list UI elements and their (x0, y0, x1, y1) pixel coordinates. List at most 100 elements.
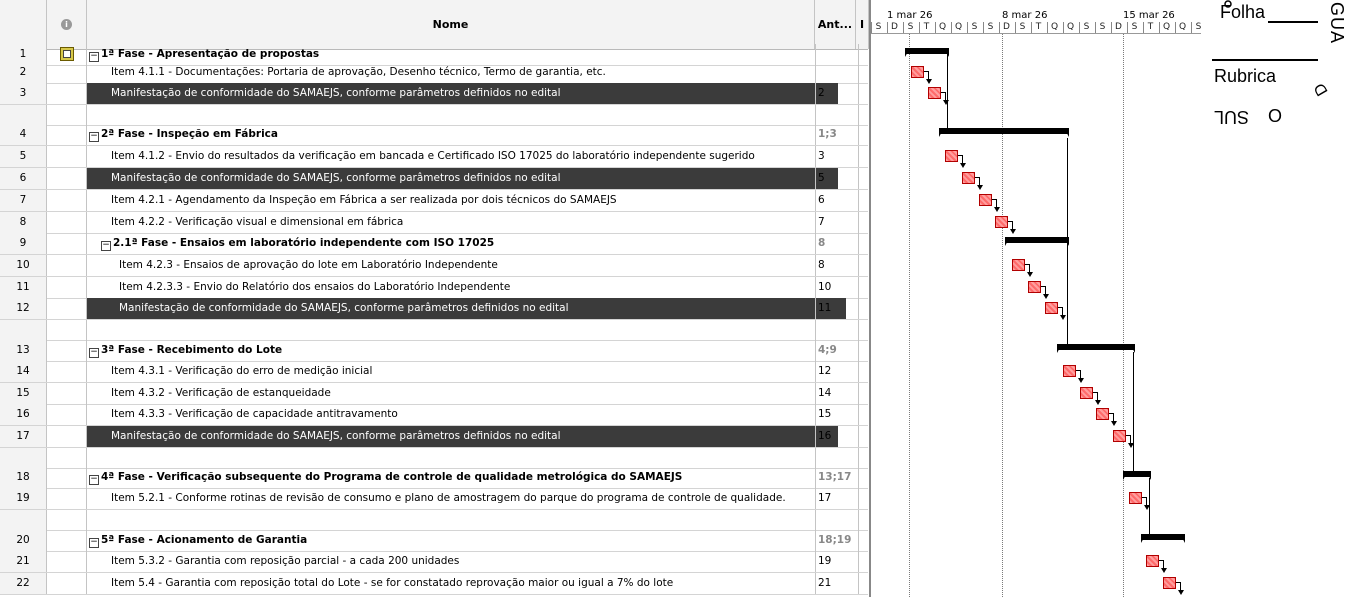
task-name-cell[interactable]: −4ª Fase - Verificação subsequente do Pr… (87, 467, 816, 488)
task-name-cell[interactable]: Manifestação de conformidade do SAMAEJS,… (87, 83, 838, 104)
task-name-cell[interactable]: Item 5.2.1 - Conforme rotinas de revisão… (87, 488, 838, 509)
summary-task-row[interactable]: 20−5ª Fase - Acionamento de Garantia 18;1… (0, 530, 868, 552)
table-row[interactable]: 17 Manifestação de conformidade do SAMAEJ… (0, 426, 868, 448)
predecessors-cell[interactable]: 10 (815, 277, 859, 298)
collapse-toggle-icon[interactable]: − (89, 538, 99, 548)
table-row[interactable]: 22 Item 5.4 - Garantia com reposição tota… (0, 573, 868, 595)
row-id-blank (0, 509, 47, 530)
task-bar[interactable] (911, 66, 924, 78)
table-row[interactable]: 11 Item 4.2.3.3 - Envio do Relatório dos … (0, 277, 868, 299)
collapse-toggle-icon[interactable]: − (101, 241, 111, 251)
summary-bar[interactable] (1005, 237, 1069, 246)
predecessors-cell[interactable]: 14 (815, 383, 859, 404)
header-nome[interactable]: Nome (87, 0, 815, 49)
task-name-cell[interactable]: Item 4.1.1 - Documentações: Portaria de … (87, 62, 838, 83)
predecessors-cell[interactable]: 18;19 (815, 530, 859, 551)
task-name-cell[interactable]: Item 4.1.2 - Envio do resultados da veri… (87, 146, 838, 167)
predecessors-cell[interactable]: 17 (815, 488, 859, 509)
collapse-toggle-icon[interactable]: − (89, 132, 99, 142)
predecessors-cell[interactable] (815, 62, 859, 83)
predecessors-cell[interactable]: 3 (815, 146, 859, 167)
summary-bar[interactable] (905, 48, 949, 57)
summary-task-row[interactable]: 4−2ª Fase - Inspeção em Fábrica 1;3 (0, 124, 868, 146)
header-antecessoras[interactable]: Ant... (815, 0, 856, 49)
task-name-cell[interactable]: Item 4.2.3.3 - Envio do Relatório dos en… (87, 277, 846, 298)
task-name-cell[interactable]: Item 5.3.2 - Garantia com reposição parc… (87, 551, 838, 572)
table-row[interactable]: 16 Item 4.3.3 - Verificação de capacidade… (0, 404, 868, 426)
task-bar[interactable] (1045, 302, 1058, 314)
summary-task-row[interactable]: 9 −2.1ª Fase - Ensaios em laboratório ind… (0, 233, 868, 255)
task-bar[interactable] (1113, 430, 1126, 442)
table-row[interactable]: 21 Item 5.3.2 - Garantia com reposição pa… (0, 551, 868, 573)
task-bar[interactable] (1146, 555, 1159, 567)
table-row[interactable]: 3 Manifestação de conformidade do SAMAEJS… (0, 83, 868, 105)
table-row[interactable]: 6 Manifestação de conformidade do SAMAEJS… (0, 168, 868, 190)
predecessors-cell[interactable]: 11 (815, 298, 859, 319)
task-name-cell[interactable]: Manifestação de conformidade do SAMAEJS,… (87, 168, 838, 189)
task-name-cell[interactable]: Manifestação de conformidade do SAMAEJS,… (87, 298, 846, 319)
predecessors-cell[interactable]: 19 (815, 551, 859, 572)
summary-bar[interactable] (1123, 471, 1151, 480)
header-id[interactable] (0, 0, 47, 49)
summary-task-row[interactable]: 13−3ª Fase - Recebimento do Lote 4;9 (0, 340, 868, 362)
task-name-cell[interactable]: −2.1ª Fase - Ensaios em laboratório inde… (87, 233, 828, 254)
row-id: 16 (0, 404, 47, 425)
predecessors-cell[interactable]: 1;3 (815, 124, 859, 145)
header-indicators[interactable]: i (47, 0, 87, 49)
summary-bar[interactable] (1141, 534, 1185, 543)
task-name-cell[interactable]: Item 4.3.3 - Verificação de capacidade a… (87, 404, 838, 425)
table-row[interactable]: 14 Item 4.3.1 - Verificação do erro de me… (0, 361, 868, 383)
predecessors-cell[interactable]: 12 (815, 361, 859, 382)
table-row[interactable]: 5 Item 4.1.2 - Envio do resultados da ver… (0, 146, 868, 168)
task-bar[interactable] (962, 172, 975, 184)
predecessors-cell[interactable]: 13;17 (815, 467, 859, 488)
task-name-cell[interactable]: Item 5.4 - Garantia com reposição total … (87, 573, 838, 594)
task-name-cell[interactable]: −2ª Fase - Inspeção em Fábrica (87, 124, 816, 145)
dependency-arrow (1060, 315, 1066, 320)
task-name-cell[interactable]: Item 4.2.1 - Agendamento da Inspeção em … (87, 190, 838, 211)
summary-bar[interactable] (939, 128, 1069, 137)
predecessors-cell[interactable]: 4;9 (815, 340, 859, 361)
task-name-cell[interactable]: Item 4.3.1 - Verificação do erro de medi… (87, 361, 838, 382)
predecessors-cell[interactable]: 8 (815, 233, 859, 254)
table-row[interactable]: 8 Item 4.2.2 - Verificação visual e dimen… (0, 212, 868, 234)
predecessors-cell[interactable]: 2 (815, 83, 859, 104)
table-row[interactable]: 7 Item 4.2.1 - Agendamento da Inspeção em… (0, 190, 868, 212)
predecessors-cell[interactable]: 16 (815, 426, 859, 447)
predecessors-cell[interactable]: 21 (815, 573, 859, 594)
task-name-cell[interactable]: −3ª Fase - Recebimento do Lote (87, 340, 816, 361)
task-bar[interactable] (979, 194, 992, 206)
task-bar[interactable] (945, 150, 958, 162)
summary-bar[interactable] (1057, 344, 1135, 353)
task-bar[interactable] (1163, 577, 1176, 589)
table-row[interactable]: 15 Item 4.3.2 - Verificação de estanqueid… (0, 383, 868, 405)
predecessors-cell[interactable]: 6 (815, 190, 859, 211)
task-name-cell[interactable]: −5ª Fase - Acionamento de Garantia (87, 530, 816, 551)
header-extra[interactable]: I (856, 0, 869, 49)
task-bar[interactable] (1063, 365, 1076, 377)
task-bar[interactable] (1080, 387, 1093, 399)
task-bar[interactable] (1012, 259, 1025, 271)
table-row[interactable]: 10 Item 4.2.3 - Ensaios de aprovação do l… (0, 255, 868, 277)
task-name-cell[interactable]: Item 4.2.2 - Verificação visual e dimens… (87, 212, 838, 233)
task-name-cell[interactable]: Manifestação de conformidade do SAMAEJS,… (87, 426, 838, 447)
predecessors-cell[interactable]: 15 (815, 404, 859, 425)
task-bar[interactable] (995, 216, 1008, 228)
task-name-cell[interactable]: Item 4.3.2 - Verificação de estanqueidad… (87, 383, 838, 404)
task-bar[interactable] (1096, 408, 1109, 420)
collapse-toggle-icon[interactable]: − (89, 52, 99, 62)
row-indicators (47, 190, 87, 211)
predecessors-cell[interactable]: 8 (815, 255, 859, 276)
table-row[interactable]: 19 Item 5.2.1 - Conforme rotinas de revis… (0, 488, 868, 510)
collapse-toggle-icon[interactable]: − (89, 475, 99, 485)
task-bar[interactable] (928, 87, 941, 99)
task-name-cell[interactable]: Item 4.2.3 - Ensaios de aprovação do lot… (87, 255, 846, 276)
table-row[interactable]: 12 Manifestação de conformidade do SAMAEJ… (0, 298, 868, 320)
predecessors-cell[interactable]: 5 (815, 168, 859, 189)
task-bar[interactable] (1129, 492, 1142, 504)
task-bar[interactable] (1028, 281, 1041, 293)
collapse-toggle-icon[interactable]: − (89, 348, 99, 358)
predecessors-cell[interactable]: 7 (815, 212, 859, 233)
table-row[interactable]: 2 Item 4.1.1 - Documentações: Portaria de… (0, 62, 868, 84)
summary-task-row[interactable]: 18 −4ª Fase - Verificação subsequente do … (0, 467, 868, 489)
